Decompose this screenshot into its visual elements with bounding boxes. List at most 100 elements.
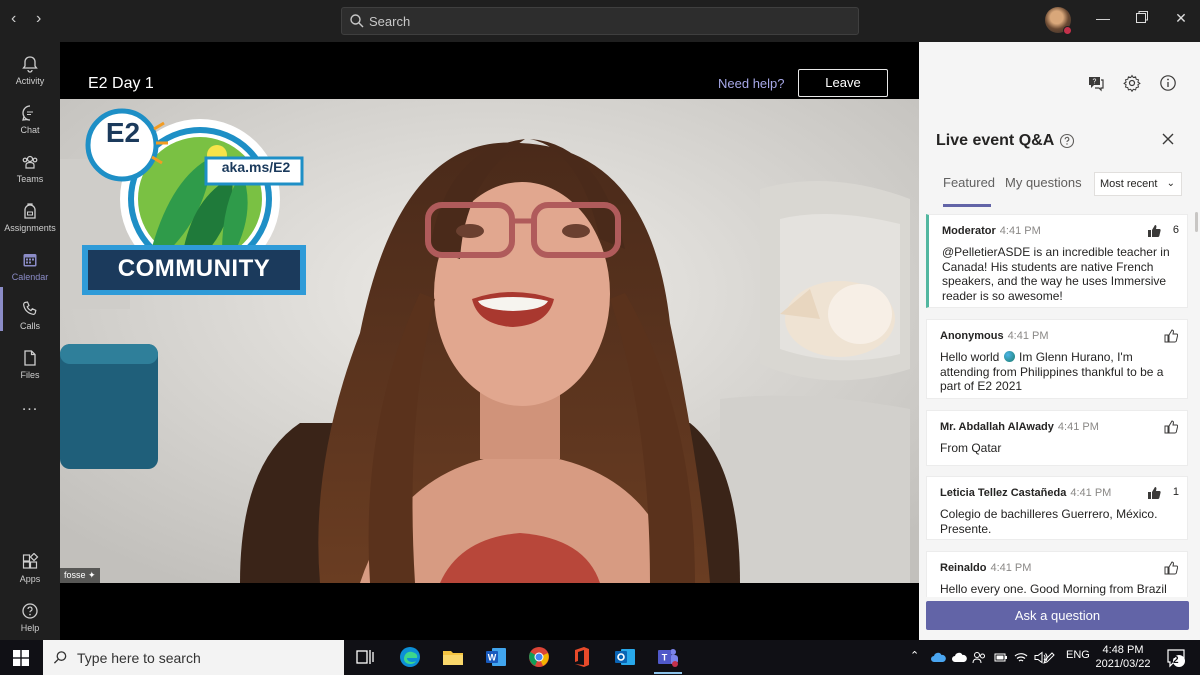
logo-link-text: aka.ms/E2 (221, 159, 291, 175)
qa-scrollbar[interactable] (1195, 212, 1198, 232)
search-icon (53, 651, 67, 664)
rail-label: Calendar (11, 272, 49, 282)
active-app-indicator (654, 672, 682, 674)
chevron-up-icon[interactable]: ⌃ (910, 649, 919, 662)
onedrive-icon[interactable] (930, 652, 946, 663)
rail-item-chat[interactable]: Chat (0, 101, 60, 145)
notification-count: 2 (1173, 655, 1179, 666)
close-window-icon[interactable]: ✕ (1173, 10, 1189, 26)
logo-community-text: COMMUNITY (117, 255, 271, 282)
rail-item-calls[interactable]: Calls (0, 297, 60, 341)
video-feed: E2 aka.ms/E2 COMMUNITY (60, 99, 919, 583)
speaker-tag: fosse ✦ (60, 568, 100, 583)
like-count: 6 (1172, 224, 1179, 236)
task-view-icon[interactable] (353, 645, 377, 669)
qa-author: Moderator 4:41 PM (942, 225, 1041, 237)
windows-taskbar: Type here to search W T ⌃ ENG 4:48 PM 20… (0, 640, 1200, 675)
logo-e2-text: E2 (105, 117, 141, 148)
info-icon[interactable] (1159, 74, 1177, 92)
rail-item-teams[interactable]: Teams (0, 150, 60, 194)
qa-item[interactable]: Anonymous 4:41 PM Hello world Im Glenn Hu… (926, 319, 1188, 399)
clock[interactable]: 4:48 PM 2021/03/22 (1093, 643, 1153, 671)
svg-text:W: W (488, 653, 497, 663)
sort-dropdown[interactable]: Most recent ⌄ (1094, 172, 1182, 196)
svg-text:T: T (662, 653, 668, 663)
search-placeholder: Search (369, 14, 411, 29)
office-icon[interactable] (570, 645, 594, 669)
like-filled-icon[interactable] (1147, 224, 1161, 238)
file-icon (24, 350, 36, 366)
author-name: Mr. Abdallah AlAwady (940, 421, 1054, 433)
author-name: Moderator (942, 225, 996, 237)
busy-status-icon (1063, 26, 1072, 35)
windows-start-icon[interactable] (13, 650, 29, 666)
calendar-icon (23, 254, 37, 267)
rail-label: Assignments (4, 223, 56, 233)
qa-item[interactable]: Mr. Abdallah AlAwady 4:41 PM From Qatar (926, 410, 1188, 466)
rail-label: Teams (16, 174, 44, 184)
back-arrow-icon[interactable]: ‹ (11, 10, 16, 28)
teams-taskbar-icon[interactable]: T (656, 645, 680, 669)
rail-item-files[interactable]: Files (0, 346, 60, 390)
apps-icon (22, 553, 39, 569)
chevron-down-icon: ⌄ (1166, 178, 1175, 189)
rail-item-assignments[interactable]: Assignments (0, 199, 60, 243)
leave-button[interactable]: Leave (798, 69, 888, 97)
like-icon[interactable] (1164, 329, 1178, 343)
qa-author: Anonymous 4:41 PM (940, 330, 1049, 342)
qa-body: From Qatar (940, 441, 1002, 455)
tab-my-questions[interactable]: My questions (1005, 175, 1082, 190)
tab-featured[interactable]: Featured (943, 175, 995, 190)
help-icon (22, 603, 38, 619)
teams-icon (22, 155, 38, 169)
settings-gear-icon[interactable] (1123, 74, 1141, 92)
qa-panel: ? Live event Q&A Featured My questions M… (919, 42, 1200, 640)
language-indicator[interactable]: ENG (1066, 649, 1090, 661)
like-icon[interactable] (1164, 561, 1178, 575)
rail-item-help[interactable]: Help (0, 599, 60, 643)
forward-arrow-icon[interactable]: › (36, 10, 41, 28)
qa-author: Mr. Abdallah AlAwady 4:41 PM (940, 421, 1099, 433)
rail-label: Calls (19, 321, 40, 331)
more-apps-button[interactable]: ... (0, 397, 60, 441)
taskbar-search-placeholder: Type here to search (77, 650, 201, 666)
rail-label: Help (20, 623, 40, 633)
close-icon[interactable] (1161, 132, 1175, 146)
people-icon[interactable] (972, 651, 986, 664)
taskbar-search-input[interactable]: Type here to search (43, 640, 344, 675)
qa-time: 4:41 PM (999, 225, 1041, 237)
outlook-icon[interactable] (613, 645, 637, 669)
rail-item-calendar[interactable]: Calendar (0, 248, 60, 292)
minimize-icon[interactable]: — (1095, 10, 1111, 26)
file-explorer-icon[interactable] (441, 645, 465, 669)
qa-item[interactable]: Moderator 4:41 PM 6 @PelletierASDE is an … (926, 214, 1188, 308)
qa-help-icon[interactable] (1059, 133, 1075, 149)
app-rail: Activity Chat Teams Assignments Calendar… (0, 42, 60, 640)
clock-time: 4:48 PM (1102, 644, 1144, 656)
restore-icon[interactable] (1134, 10, 1150, 26)
like-icon[interactable] (1164, 420, 1178, 434)
rail-label: Files (20, 370, 40, 380)
qa-bubble-icon[interactable]: ? (1087, 74, 1105, 92)
qa-item[interactable]: Reinaldo 4:41 PM Hello every one. Good Mo… (926, 551, 1188, 597)
globe-emoji-icon (1003, 351, 1015, 362)
word-icon[interactable]: W (484, 645, 508, 669)
pen-icon[interactable] (1042, 651, 1056, 664)
ask-question-button[interactable]: Ask a question (926, 601, 1189, 630)
like-filled-icon[interactable] (1147, 486, 1161, 500)
qa-item[interactable]: Leticia Tellez Castañeda 4:41 PM 1 Colegi… (926, 476, 1188, 540)
rail-item-activity[interactable]: Activity (0, 52, 60, 96)
edge-browser-icon[interactable] (398, 645, 422, 669)
search-input[interactable]: Search (341, 7, 859, 35)
sort-selected: Most recent (1100, 178, 1158, 190)
need-help-link[interactable]: Need help? (718, 76, 785, 91)
bell-icon (22, 56, 38, 73)
chrome-icon[interactable] (527, 645, 551, 669)
pin-icon: ✦ (88, 570, 96, 580)
onedrive-personal-icon[interactable] (951, 652, 967, 663)
author-name: Anonymous (940, 330, 1004, 342)
wifi-icon[interactable] (1014, 651, 1028, 664)
qa-author: Leticia Tellez Castañeda 4:41 PM (940, 487, 1111, 499)
battery-icon[interactable] (994, 652, 1008, 663)
rail-item-apps[interactable]: Apps (0, 550, 60, 594)
